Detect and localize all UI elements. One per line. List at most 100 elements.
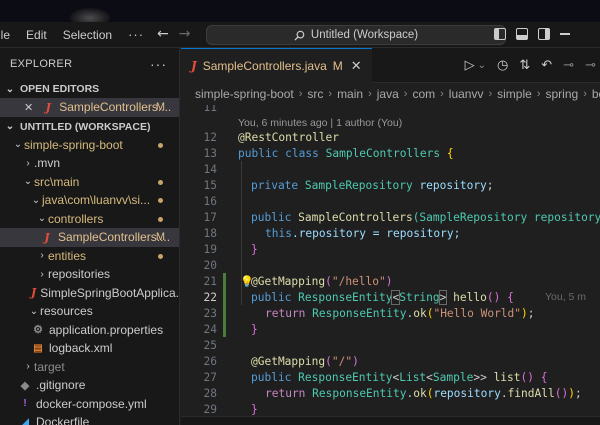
- git-commit-icon[interactable]: ⊸: [563, 58, 574, 73]
- tree-file-dockerfile[interactable]: ◢ Dockerfile: [0, 413, 179, 425]
- tree-folder-entities[interactable]: › entities: [0, 247, 179, 266]
- breadcrumb-item[interactable]: simple-spring-boot: [195, 87, 294, 101]
- tree-folder-target[interactable]: › target: [0, 358, 179, 377]
- breadcrumb-item[interactable]: main: [337, 87, 363, 101]
- tree-file-docker-compose[interactable]: ! docker-compose.yml: [0, 395, 179, 414]
- chevron-down-icon: ⌄: [5, 121, 15, 132]
- line-number: 21: [203, 275, 217, 288]
- chevron-right-icon: ›: [26, 157, 30, 169]
- explorer-header: EXPLORER ···: [0, 48, 179, 80]
- menu-edit[interactable]: Edit: [18, 28, 55, 42]
- workspace-label: UNTITLED (WORKSPACE): [20, 120, 151, 133]
- tree-folder-simple-spring-boot[interactable]: ⌄ simple-spring-boot: [0, 136, 179, 155]
- inline-blame: You, 5 m: [545, 291, 587, 303]
- code-editor[interactable]: 11 You, 6 minutes ago | 1 author (You) 1…: [181, 105, 600, 425]
- line-number: 14: [203, 163, 217, 176]
- line-number: 22: [203, 291, 217, 304]
- tree-folder-src-main[interactable]: ⌄ src\main: [0, 173, 179, 192]
- line-number: 12: [203, 131, 217, 144]
- menu-bar: ile Edit Selection ···: [0, 22, 152, 47]
- tree-file-application-class[interactable]: J SimpleSpringBootApplica...: [0, 284, 179, 303]
- code-line: }: [251, 323, 258, 336]
- java-file-icon: J: [45, 100, 51, 114]
- tab-label: SampleControllers.java: [202, 59, 327, 73]
- tree-file-samplecontrollers[interactable]: J SampleControllers.... M: [0, 228, 179, 247]
- line-number: 28: [203, 387, 217, 400]
- menu-selection[interactable]: Selection: [55, 28, 120, 42]
- tree-label: application.properties: [49, 322, 164, 337]
- run-icon[interactable]: ▷: [465, 58, 475, 73]
- breadcrumb-item[interactable]: java: [377, 87, 399, 101]
- tree-folder-resources[interactable]: ⌄ resources: [0, 302, 179, 321]
- git-compare-icon[interactable]: ⇅: [519, 58, 530, 73]
- desktop-strip: [0, 0, 600, 22]
- toggle-secondary-sidebar-icon[interactable]: [538, 28, 550, 40]
- tree-folder-controllers[interactable]: ⌄ controllers: [0, 210, 179, 229]
- menu-file[interactable]: ile: [0, 28, 18, 42]
- breadcrumb-separator-icon: ›: [536, 88, 541, 100]
- nav-arrows: ← →: [157, 26, 190, 42]
- open-editor-label: SampleControllers....: [59, 100, 172, 115]
- tree-label: logback.xml: [49, 341, 113, 356]
- menu-more-button[interactable]: ···: [120, 27, 152, 42]
- breadcrumb-item[interactable]: spring: [546, 87, 579, 101]
- open-editors-section[interactable]: ⌄ OPEN EDITORS: [0, 80, 179, 98]
- breadcrumb-item[interactable]: boot: [592, 87, 600, 101]
- tree-folder-repositories[interactable]: › repositories: [0, 265, 179, 284]
- modified-dot: [158, 142, 163, 148]
- breadcrumb-item[interactable]: com: [412, 87, 435, 101]
- workspace-section[interactable]: ⌄ UNTITLED (WORKSPACE): [0, 118, 179, 136]
- code-line: @RestController: [238, 131, 340, 144]
- tree-file-application-properties[interactable]: ⚙ application.properties: [0, 321, 179, 340]
- tab-samplecontrollers[interactable]: J SampleControllers.java M ✕: [181, 48, 372, 83]
- command-center[interactable]: Untitled (Workspace): [206, 25, 506, 45]
- close-icon[interactable]: ✕: [351, 58, 362, 74]
- rss-file-icon: ▤: [33, 342, 43, 354]
- tree-label: simple-spring-boot: [24, 137, 123, 152]
- chevron-right-icon: ›: [40, 250, 44, 262]
- forward-arrow-icon[interactable]: →: [179, 26, 191, 42]
- toggle-primary-sidebar-icon[interactable]: [494, 28, 506, 40]
- code-line: }: [251, 403, 258, 416]
- breadcrumb-separator-icon: ›: [488, 88, 493, 100]
- code-line: return ResponseEntity.ok("Hello World");: [265, 307, 535, 320]
- code-line: public class SampleControllers {: [238, 147, 454, 160]
- next-change-icon[interactable]: ⊸: [585, 58, 596, 73]
- chevron-down-icon: ⌄: [23, 176, 33, 188]
- gear-icon: ⚙: [33, 324, 43, 337]
- tree-label: docker-compose.yml: [36, 396, 147, 411]
- breadcrumb-separator-icon: ›: [328, 88, 333, 100]
- layout-controls: [494, 28, 572, 40]
- codelens-blame[interactable]: You, 6 minutes ago | 1 author (You): [238, 117, 402, 129]
- toggle-panel-icon[interactable]: [516, 28, 528, 40]
- breadcrumb: simple-spring-boot › src › main › java › com…: [181, 83, 600, 105]
- panel-strip: [181, 416, 600, 425]
- modified-dot: [158, 216, 163, 222]
- back-arrow-icon[interactable]: ←: [157, 26, 169, 42]
- breadcrumb-item[interactable]: src: [307, 87, 323, 101]
- line-number: 27: [203, 371, 217, 384]
- open-editor-item[interactable]: ✕ J SampleControllers.... M: [0, 98, 179, 117]
- code-line: return ResponseEntity.ok(repository.find…: [265, 387, 582, 400]
- explorer-sidebar: EXPLORER ··· ⌄ OPEN EDITORS ✕ J SampleCo…: [0, 48, 180, 425]
- code-line-current: public ResponseEntity<String> hello() {: [251, 290, 514, 305]
- breadcrumb-separator-icon: ›: [368, 88, 372, 100]
- tree-folder-java-package[interactable]: ⌄ java\com\luanvv\si...: [0, 191, 179, 210]
- breadcrumb-separator-icon: ›: [583, 88, 587, 100]
- command-center-label: Untitled (Workspace): [310, 29, 419, 41]
- editor-tabs: J SampleControllers.java M ✕ ▷ ⌄ ◷ ⇅ ↶ ⊸…: [181, 48, 600, 83]
- breadcrumb-item[interactable]: simple: [497, 87, 532, 101]
- minimize-window-icon[interactable]: [560, 28, 572, 40]
- chevron-right-icon: ›: [26, 361, 30, 373]
- tree-file-logback-xml[interactable]: ▤ logback.xml: [0, 339, 179, 358]
- tree-file-gitignore[interactable]: ◆ .gitignore: [0, 376, 179, 395]
- close-icon[interactable]: ✕: [24, 101, 33, 114]
- modified-badge: M: [332, 59, 343, 73]
- timeline-icon[interactable]: ◷: [497, 58, 508, 73]
- previous-change-icon[interactable]: ↶: [541, 58, 552, 73]
- chevron-down-icon[interactable]: ⌄: [478, 60, 486, 71]
- breadcrumb-item[interactable]: luanvv: [449, 87, 484, 101]
- tree-label: java\com\luanvv\si...: [42, 193, 151, 208]
- explorer-more-button[interactable]: ···: [150, 56, 167, 72]
- tree-folder-mvn[interactable]: › .mvn: [0, 154, 179, 173]
